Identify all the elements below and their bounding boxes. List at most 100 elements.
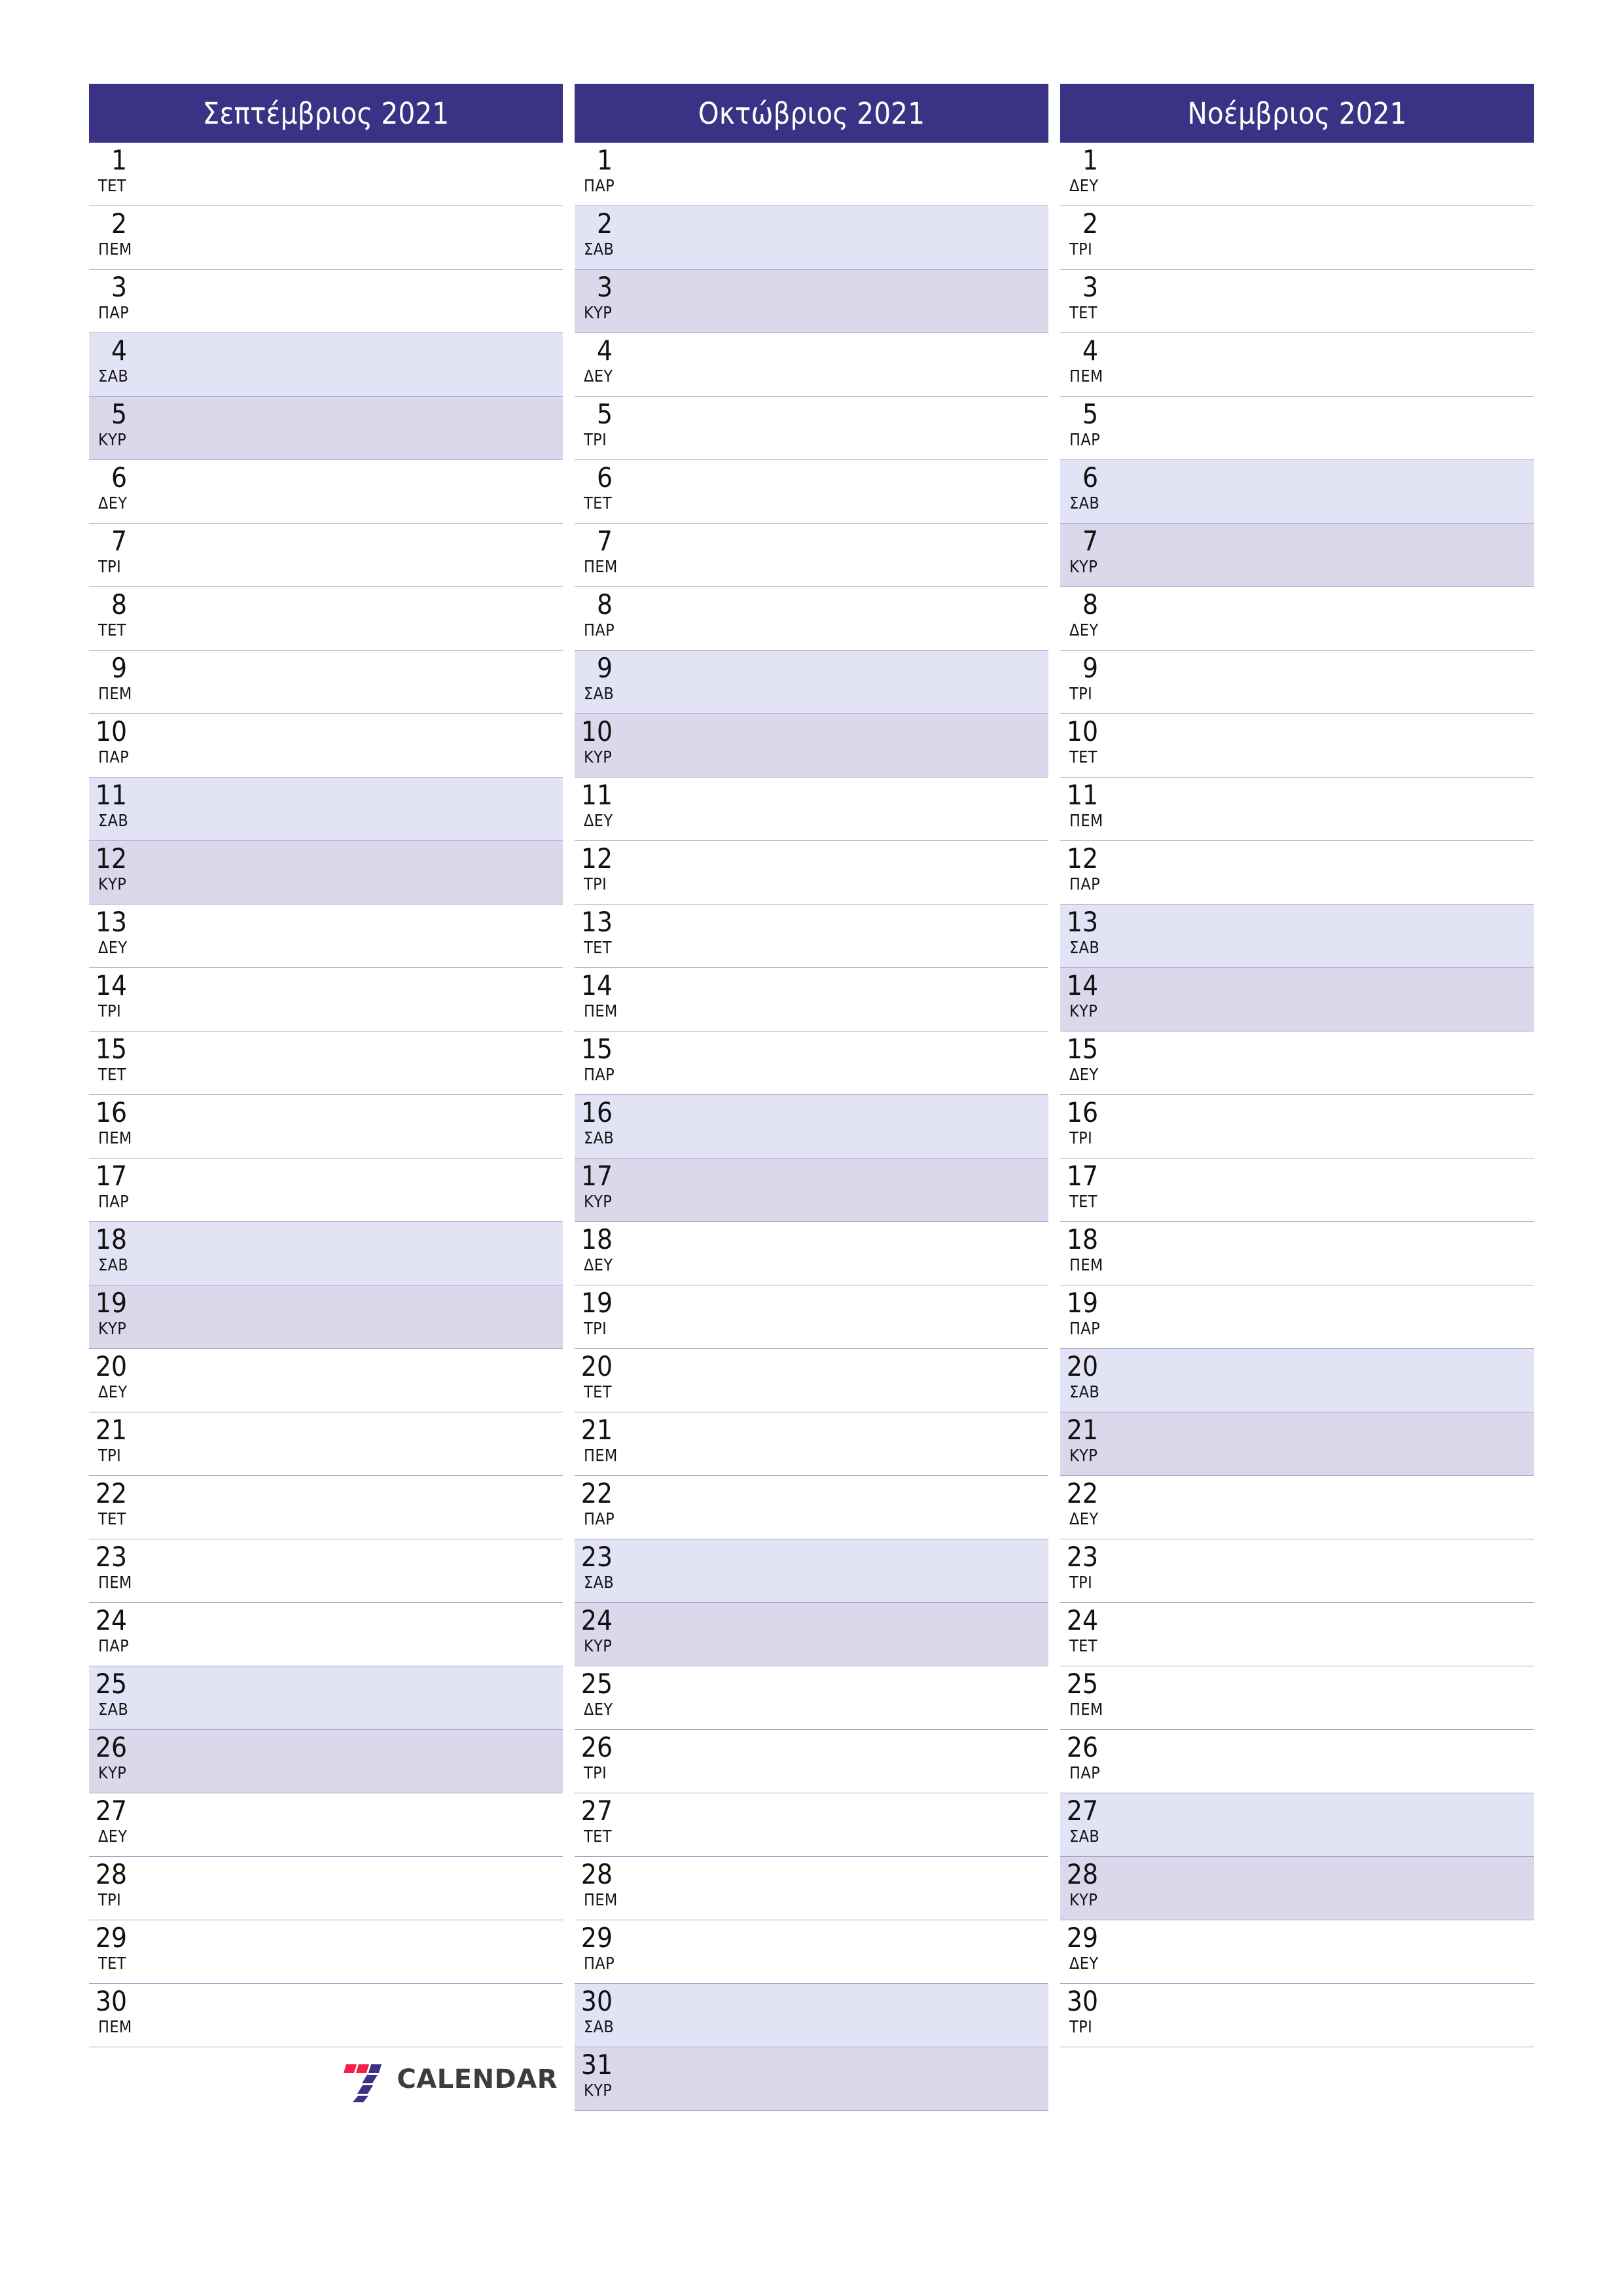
day-row[interactable]: 20 ΤΕΤ xyxy=(575,1349,1048,1412)
day-weekday-abbr: ΔΕΥ xyxy=(98,938,128,957)
day-number: 22 xyxy=(1066,1477,1098,1509)
day-row[interactable]: 21 ΠΕΜ xyxy=(575,1412,1048,1476)
day-row[interactable]: 26 ΠΑΡ xyxy=(1060,1730,1534,1793)
day-row[interactable]: 24 ΚΥΡ xyxy=(575,1603,1048,1666)
day-row[interactable]: 5 ΤΡΙ xyxy=(575,397,1048,460)
day-row[interactable]: 25 ΣΑΒ xyxy=(89,1666,563,1730)
day-row[interactable]: 20 ΣΑΒ xyxy=(1060,1349,1534,1412)
day-row[interactable]: 29 ΠΑΡ xyxy=(575,1920,1048,1984)
day-row[interactable]: 21 ΤΡΙ xyxy=(89,1412,563,1476)
day-row[interactable]: 12 ΤΡΙ xyxy=(575,841,1048,905)
day-row[interactable]: 28 ΠΕΜ xyxy=(575,1857,1048,1920)
day-row[interactable]: 28 ΚΥΡ xyxy=(1060,1857,1534,1920)
day-row[interactable]: 19 ΠΑΡ xyxy=(1060,1285,1534,1349)
day-row[interactable]: 1 ΠΑΡ xyxy=(575,143,1048,206)
day-row[interactable]: 3 ΚΥΡ xyxy=(575,270,1048,333)
day-row[interactable]: 10 ΠΑΡ xyxy=(89,714,563,778)
day-row[interactable]: 7 ΤΡΙ xyxy=(89,524,563,587)
day-row[interactable]: 6 ΤΕΤ xyxy=(575,460,1048,524)
day-row[interactable]: 14 ΠΕΜ xyxy=(575,968,1048,1031)
day-row[interactable]: 24 ΠΑΡ xyxy=(89,1603,563,1666)
day-row[interactable]: 18 ΠΕΜ xyxy=(1060,1222,1534,1285)
day-row[interactable]: 5 ΚΥΡ xyxy=(89,397,563,460)
day-row[interactable]: 26 ΤΡΙ xyxy=(575,1730,1048,1793)
day-row[interactable]: 29 ΔΕΥ xyxy=(1060,1920,1534,1984)
day-row[interactable]: 2 ΤΡΙ xyxy=(1060,206,1534,270)
day-row[interactable]: 23 ΤΡΙ xyxy=(1060,1539,1534,1603)
day-number: 19 xyxy=(580,1287,613,1319)
day-number: 11 xyxy=(95,779,127,811)
day-row[interactable]: 16 ΣΑΒ xyxy=(575,1095,1048,1158)
day-row[interactable]: 1 ΔΕΥ xyxy=(1060,143,1534,206)
day-row[interactable]: 21 ΚΥΡ xyxy=(1060,1412,1534,1476)
day-row[interactable]: 27 ΣΑΒ xyxy=(1060,1793,1534,1857)
day-row[interactable]: 26 ΚΥΡ xyxy=(89,1730,563,1793)
day-row[interactable]: 17 ΚΥΡ xyxy=(575,1158,1048,1222)
day-row[interactable]: 22 ΤΕΤ xyxy=(89,1476,563,1539)
day-row[interactable]: 18 ΔΕΥ xyxy=(575,1222,1048,1285)
day-row[interactable]: 17 ΤΕΤ xyxy=(1060,1158,1534,1222)
day-row[interactable]: 11 ΔΕΥ xyxy=(575,778,1048,841)
day-row[interactable]: 11 ΠΕΜ xyxy=(1060,778,1534,841)
day-row[interactable]: 10 ΚΥΡ xyxy=(575,714,1048,778)
day-row[interactable]: 29 ΤΕΤ xyxy=(89,1920,563,1984)
day-row[interactable]: 4 ΔΕΥ xyxy=(575,333,1048,397)
day-row[interactable]: 27 ΤΕΤ xyxy=(575,1793,1048,1857)
day-row[interactable]: 23 ΠΕΜ xyxy=(89,1539,563,1603)
day-row[interactable]: 12 ΚΥΡ xyxy=(89,841,563,905)
day-row[interactable]: 6 ΔΕΥ xyxy=(89,460,563,524)
day-row[interactable]: 27 ΔΕΥ xyxy=(89,1793,563,1857)
day-row[interactable]: 5 ΠΑΡ xyxy=(1060,397,1534,460)
day-row[interactable]: 17 ΠΑΡ xyxy=(89,1158,563,1222)
day-row[interactable]: 13 ΤΕΤ xyxy=(575,905,1048,968)
day-row[interactable]: 8 ΤΕΤ xyxy=(89,587,563,651)
day-row[interactable]: 9 ΠΕΜ xyxy=(89,651,563,714)
day-row[interactable]: 12 ΠΑΡ xyxy=(1060,841,1534,905)
day-row[interactable]: 28 ΤΡΙ xyxy=(89,1857,563,1920)
day-row[interactable]: 3 ΤΕΤ xyxy=(1060,270,1534,333)
day-row[interactable]: 16 ΠΕΜ xyxy=(89,1095,563,1158)
day-row[interactable]: 19 ΚΥΡ xyxy=(89,1285,563,1349)
day-row[interactable]: 4 ΣΑΒ xyxy=(89,333,563,397)
day-row[interactable]: 9 ΣΑΒ xyxy=(575,651,1048,714)
day-row[interactable]: 30 ΤΡΙ xyxy=(1060,1984,1534,2047)
day-weekday-abbr: ΠΑΡ xyxy=(584,1509,615,1528)
day-row[interactable]: 9 ΤΡΙ xyxy=(1060,651,1534,714)
day-row[interactable]: 8 ΠΑΡ xyxy=(575,587,1048,651)
day-row[interactable]: 15 ΠΑΡ xyxy=(575,1031,1048,1095)
day-row[interactable]: 14 ΤΡΙ xyxy=(89,968,563,1031)
day-row[interactable]: 11 ΣΑΒ xyxy=(89,778,563,841)
day-row[interactable]: 30 ΣΑΒ xyxy=(575,1984,1048,2047)
day-row[interactable]: 13 ΔΕΥ xyxy=(89,905,563,968)
day-row[interactable]: 7 ΚΥΡ xyxy=(1060,524,1534,587)
day-row[interactable]: 15 ΔΕΥ xyxy=(1060,1031,1534,1095)
day-row[interactable]: 7 ΠΕΜ xyxy=(575,524,1048,587)
day-row[interactable]: 2 ΣΑΒ xyxy=(575,206,1048,270)
day-number: 12 xyxy=(1066,842,1098,874)
day-row[interactable]: 13 ΣΑΒ xyxy=(1060,905,1534,968)
day-row[interactable]: 25 ΔΕΥ xyxy=(575,1666,1048,1730)
day-row[interactable]: 14 ΚΥΡ xyxy=(1060,968,1534,1031)
day-number: 27 xyxy=(1066,1795,1098,1827)
day-number: 10 xyxy=(95,715,127,747)
day-row[interactable]: 4 ΠΕΜ xyxy=(1060,333,1534,397)
day-row[interactable]: 8 ΔΕΥ xyxy=(1060,587,1534,651)
day-row[interactable]: 1 ΤΕΤ xyxy=(89,143,563,206)
day-row[interactable]: 22 ΠΑΡ xyxy=(575,1476,1048,1539)
day-row[interactable]: 20 ΔΕΥ xyxy=(89,1349,563,1412)
day-row[interactable]: 25 ΠΕΜ xyxy=(1060,1666,1534,1730)
day-row[interactable]: 16 ΤΡΙ xyxy=(1060,1095,1534,1158)
day-row[interactable]: 24 ΤΕΤ xyxy=(1060,1603,1534,1666)
day-row[interactable]: 2 ΠΕΜ xyxy=(89,206,563,270)
day-row[interactable]: 18 ΣΑΒ xyxy=(89,1222,563,1285)
day-row[interactable]: 22 ΔΕΥ xyxy=(1060,1476,1534,1539)
day-weekday-abbr: ΠΕΜ xyxy=(98,1128,132,1147)
day-row[interactable]: 30 ΠΕΜ xyxy=(89,1984,563,2047)
day-row[interactable]: 3 ΠΑΡ xyxy=(89,270,563,333)
day-row[interactable]: 19 ΤΡΙ xyxy=(575,1285,1048,1349)
day-row[interactable]: 15 ΤΕΤ xyxy=(89,1031,563,1095)
day-row[interactable]: 31 ΚΥΡ xyxy=(575,2047,1048,2111)
day-row[interactable]: 10 ΤΕΤ xyxy=(1060,714,1534,778)
day-row[interactable]: 23 ΣΑΒ xyxy=(575,1539,1048,1603)
day-row[interactable]: 6 ΣΑΒ xyxy=(1060,460,1534,524)
